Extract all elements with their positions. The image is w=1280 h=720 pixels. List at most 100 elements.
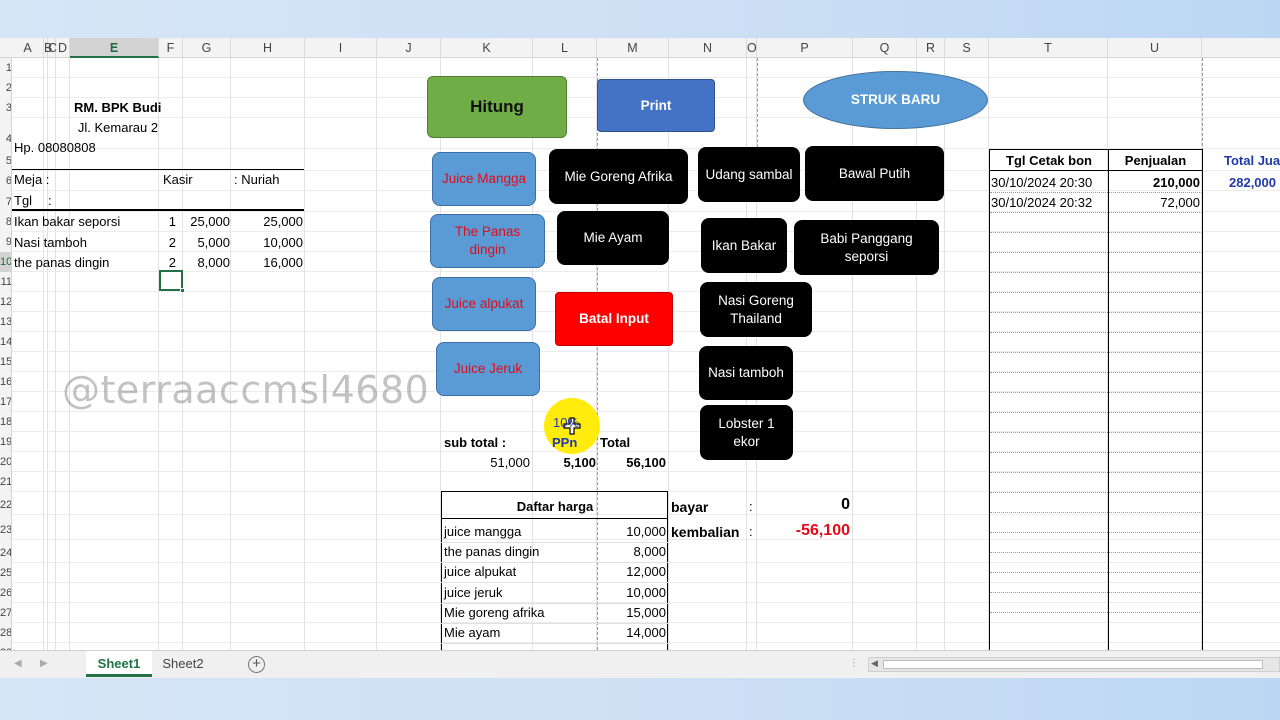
sales-row-rule: [990, 352, 1202, 353]
row-header[interactable]: 24: [0, 543, 11, 563]
row-header[interactable]: 20: [0, 452, 11, 472]
row-header[interactable]: 7: [0, 192, 11, 212]
column-header[interactable]: C: [48, 38, 57, 58]
column-header[interactable]: E: [70, 38, 159, 58]
spreadsheet-area[interactable]: ABCDEFGHIJKLMNOPQRSTU 1 2 3 4 5 6 7 8 9 10 11 12 13 1…: [0, 38, 1280, 650]
column-header[interactable]: J: [377, 38, 441, 58]
juice-mangga-button[interactable]: Juice Mangga: [432, 152, 536, 206]
row-header[interactable]: 8: [0, 212, 11, 232]
column-header[interactable]: O: [747, 38, 757, 58]
column-header[interactable]: I: [305, 38, 377, 58]
row-header[interactable]: 1: [0, 58, 11, 78]
row-header[interactable]: 22: [0, 495, 11, 515]
print-button[interactable]: Print: [597, 79, 715, 132]
row-header[interactable]: 6: [0, 171, 11, 191]
batal-input-button[interactable]: Batal Input: [555, 292, 673, 346]
status-bar: [0, 678, 1280, 720]
pricelist-header: Daftar harga: [516, 499, 594, 514]
row-header[interactable]: 11: [0, 272, 11, 292]
udang-sambal-button[interactable]: Udang sambal: [698, 147, 800, 202]
scrollbar-thumb[interactable]: [883, 660, 1263, 669]
row-header[interactable]: 21: [0, 472, 11, 492]
nasi-goreng-thailand-button[interactable]: Nasi Goreng Thailand: [700, 282, 812, 337]
row-header[interactable]: 23: [0, 520, 11, 540]
row-header[interactable]: 25: [0, 563, 11, 583]
bayar-colon: :: [749, 499, 753, 514]
row-header[interactable]: 3: [0, 98, 11, 118]
row-header[interactable]: 29: [0, 643, 11, 650]
column-header[interactable]: N: [669, 38, 747, 58]
bawal-putih-button[interactable]: Bawal Putih: [805, 146, 944, 201]
column-header[interactable]: U: [1108, 38, 1202, 58]
row-header[interactable]: 9: [0, 232, 11, 252]
sales-border-mid: [1108, 149, 1109, 650]
tab-scroll-left-icon[interactable]: ◀: [14, 658, 22, 669]
receipt-item-price: 8,000: [197, 255, 230, 270]
bayar-value[interactable]: 0: [760, 495, 850, 515]
column-header[interactable]: K: [441, 38, 533, 58]
row-header[interactable]: 16: [0, 372, 11, 392]
column-header[interactable]: M: [597, 38, 669, 58]
receipt-item-qty: 2: [168, 234, 176, 250]
pricelist-item-name: juice alpukat: [444, 564, 517, 580]
column-header[interactable]: A: [12, 38, 44, 58]
scroll-left-icon[interactable]: ◀: [871, 658, 878, 669]
tab-sheet1[interactable]: Sheet1: [86, 651, 152, 677]
sales-row-rule: [990, 232, 1202, 233]
lobster-button[interactable]: Lobster 1 ekor: [700, 405, 793, 460]
row-header[interactable]: 5: [0, 151, 11, 171]
window-top-band: [0, 0, 1280, 38]
row-header[interactable]: 14: [0, 332, 11, 352]
row-header[interactable]: 15: [0, 352, 11, 372]
add-sheet-icon[interactable]: +: [248, 656, 265, 673]
pricelist-row-rule: [441, 643, 668, 644]
fill-handle[interactable]: [180, 288, 185, 293]
mie-goreng-afrika-button[interactable]: Mie Goreng Afrika: [549, 149, 688, 204]
column-header[interactable]: H: [231, 38, 305, 58]
row-header[interactable]: 12: [0, 292, 11, 312]
column-header[interactable]: S: [945, 38, 989, 58]
column-header[interactable]: T: [989, 38, 1108, 58]
row-header[interactable]: 17: [0, 392, 11, 412]
mie-ayam-button[interactable]: Mie Ayam: [557, 211, 669, 265]
the-panas-dingin-button[interactable]: The Panas dingin: [430, 214, 545, 268]
struk-baru-button[interactable]: STRUK BARU: [803, 71, 988, 129]
row-header[interactable]: 18: [0, 412, 11, 432]
nasi-tamboh-button[interactable]: Nasi tamboh: [699, 346, 793, 400]
row-header[interactable]: 26: [0, 583, 11, 603]
sales-row-rule: [990, 452, 1202, 453]
column-header[interactable]: G: [183, 38, 231, 58]
column-header[interactable]: L: [533, 38, 597, 58]
juice-jeruk-button[interactable]: Juice Jeruk: [436, 342, 540, 396]
horizontal-scrollbar[interactable]: ◀: [868, 657, 1280, 672]
hitung-button[interactable]: Hitung: [427, 76, 567, 138]
column-header[interactable]: D: [56, 38, 70, 58]
tgl-colon: :: [48, 193, 52, 208]
column-header[interactable]: Q: [853, 38, 917, 58]
sales-row-rule: [990, 432, 1202, 433]
sales-row-rule: [990, 212, 1202, 213]
ikan-bakar-button[interactable]: Ikan Bakar: [701, 218, 787, 273]
babi-panggang-button[interactable]: Babi Panggang seporsi: [794, 220, 939, 275]
row-header[interactable]: 19: [0, 432, 11, 452]
tab-scroll-right-icon[interactable]: ▶: [40, 658, 48, 669]
pricelist-item-name: the panas dingin: [444, 544, 540, 560]
juice-alpukat-button[interactable]: Juice alpukat: [432, 277, 536, 331]
column-header[interactable]: F: [159, 38, 183, 58]
pricelist-item-price: 8,000: [633, 544, 666, 560]
row-header[interactable]: 27: [0, 603, 11, 623]
row-header[interactable]: 28: [0, 623, 11, 643]
column-header[interactable]: P: [757, 38, 853, 58]
sales-row-rule: [990, 552, 1202, 553]
pricelist-border-top: [441, 491, 668, 492]
row-header[interactable]: 13: [0, 312, 11, 332]
receipt-item-total: 25,000: [263, 214, 303, 229]
store-phone: Hp. 08080808: [14, 140, 96, 155]
tab-split-handle-icon[interactable]: ⋮: [849, 658, 859, 669]
tab-sheet2[interactable]: Sheet2: [154, 651, 212, 677]
sales-row-amount: 210,000: [1153, 175, 1200, 190]
column-header[interactable]: R: [917, 38, 945, 58]
row-header[interactable]: 2: [0, 78, 11, 98]
row-header[interactable]: 4: [0, 129, 11, 149]
row-header[interactable]: 10: [0, 252, 11, 272]
